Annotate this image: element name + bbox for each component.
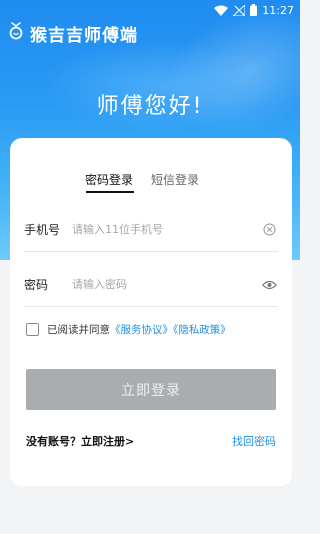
bottom-links: 没有账号？立即注册> 找回密码: [26, 433, 276, 449]
service-agreement-link[interactable]: 《服务协议》: [110, 324, 173, 336]
forgot-password-link[interactable]: 找回密码: [232, 433, 276, 449]
login-tabs: 密码登录 短信登录: [10, 171, 292, 195]
tab-password-login[interactable]: 密码登录: [85, 171, 134, 193]
battery-icon: [250, 4, 258, 16]
status-time: 11:27: [262, 3, 294, 17]
eye-icon[interactable]: [260, 276, 278, 294]
greeting-text: 师傅您好!: [96, 94, 204, 119]
clear-circle-icon[interactable]: [260, 221, 278, 239]
app-title-bar: 猴吉吉师傅端: [8, 20, 138, 46]
bulb-logo-icon: [8, 22, 24, 44]
app-title: 猴吉吉师傅端: [30, 25, 138, 46]
agreement-text: 已阅读并同意: [47, 324, 110, 336]
privacy-policy-link[interactable]: 《隐私政策》: [173, 324, 231, 336]
tab-sms-login[interactable]: 短信登录: [151, 171, 199, 189]
active-tab-underline: [86, 191, 134, 193]
register-link[interactable]: 没有账号？立即注册>: [26, 433, 134, 449]
password-row: 密码: [24, 263, 278, 307]
wifi-icon: [214, 5, 229, 16]
tab-password-login-label: 密码登录: [85, 173, 134, 187]
signal-off-icon: [233, 4, 246, 16]
phone-label: 手机号: [24, 223, 61, 237]
login-button[interactable]: 立即登录: [26, 369, 276, 410]
status-bar-right: 11:27: [214, 4, 294, 17]
password-label: 密码: [24, 278, 49, 292]
phone-row: 手机号: [24, 208, 278, 252]
status-bar: 11:27: [0, 0, 300, 20]
phone-input[interactable]: [72, 223, 260, 236]
tab-sms-login-label: 短信登录: [151, 173, 200, 187]
password-input[interactable]: [72, 278, 260, 291]
agreement-text-group: 已阅读并同意《服务协议》《隐私政策》: [47, 322, 231, 337]
agreement-checkbox[interactable]: [26, 323, 39, 336]
agreement-row: 已阅读并同意《服务协议》《隐私政策》: [26, 322, 231, 337]
login-card: 密码登录 短信登录 手机号 密码 已阅读并同意《服务协议》《隐私政策》 立即登录…: [10, 138, 292, 486]
